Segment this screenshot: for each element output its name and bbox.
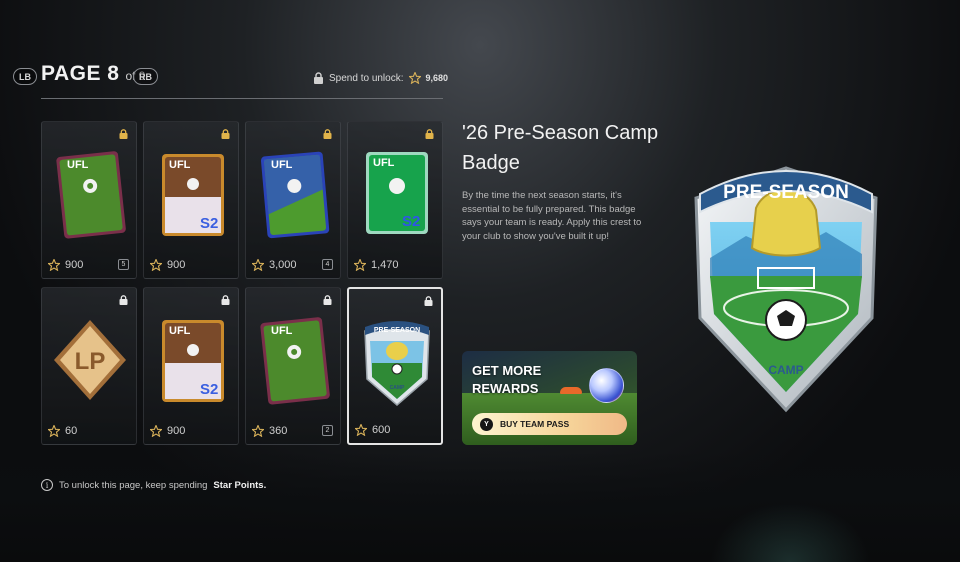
badge-preview: PRE-SEASON CAMP — [694, 166, 878, 413]
lock-icon — [424, 296, 433, 306]
lock-icon — [323, 129, 332, 139]
unlock-hint-emphasis: Star Points. — [213, 479, 267, 491]
star-points-icon — [252, 425, 264, 437]
season-2-label: S2 — [200, 215, 218, 232]
lock-icon — [221, 129, 230, 139]
promo-ball — [589, 368, 624, 403]
unlock-cost: 9,680 — [425, 73, 449, 83]
pre-season-badge-art: PRE-SEASON CAMP — [364, 321, 430, 406]
pack-bronze-art: UFL S2 — [162, 154, 224, 236]
unlock-requirement: Spend to unlock: 9,680 — [313, 72, 448, 84]
pack-green-art: UFL — [260, 317, 330, 405]
reward-card[interactable]: LP 60 — [41, 287, 137, 445]
promo-headline-line2: REWARDS — [472, 381, 539, 396]
badge-top-text: PRE-SEASON — [374, 327, 420, 334]
unlock-hint: i To unlock this page, keep spending Sta… — [41, 479, 266, 491]
lock-icon — [323, 295, 332, 305]
y-button-icon: Y — [480, 417, 493, 431]
info-icon: i — [41, 479, 53, 491]
ufl-logo: UFL — [373, 157, 395, 169]
reward-card[interactable]: UFL 360 2 — [245, 287, 341, 445]
lock-icon — [314, 72, 323, 84]
ufl-logo: UFL — [271, 159, 293, 171]
pack-bronze-art: UFL S2 — [162, 320, 224, 402]
price-value: 900 — [167, 425, 186, 437]
pack-blue-art: UFL — [260, 151, 330, 239]
price: 900 — [48, 259, 83, 271]
season-2-label: S2 — [402, 213, 420, 230]
price: 1,470 — [354, 259, 399, 271]
star-points-icon — [408, 72, 421, 84]
quantity-badge: 4 — [322, 259, 333, 270]
price: 360 — [252, 425, 287, 437]
price: 60 — [48, 425, 77, 437]
price: 3,000 — [252, 259, 297, 271]
buy-team-pass-label: BUY TEAM PASS — [500, 419, 570, 429]
buy-team-pass-button[interactable]: Y BUY TEAM PASS — [472, 413, 627, 435]
rb-button[interactable]: RB — [133, 68, 158, 85]
price-value: 60 — [65, 425, 78, 437]
unlock-hint-text: To unlock this page, keep spending — [59, 479, 208, 491]
price-value: 3,000 — [269, 259, 297, 271]
reward-card[interactable]: UFL 3,000 4 — [245, 121, 341, 279]
star-points-icon — [48, 425, 60, 437]
price: 900 — [150, 259, 185, 271]
ufl-logo: UFL — [271, 325, 293, 337]
lock-icon — [119, 129, 128, 139]
badge-bottom-text: CAMP — [390, 385, 405, 391]
team-pass-promo[interactable]: GET MORE REWARDS Y BUY TEAM PASS — [462, 351, 637, 445]
price-value: 600 — [372, 424, 391, 436]
pack-green-art: UFL — [56, 151, 126, 239]
ufl-logo: UFL — [67, 159, 89, 171]
ufl-logo: UFL — [169, 325, 191, 337]
price-value: 360 — [269, 425, 288, 437]
lock-icon — [425, 129, 434, 139]
price: 900 — [150, 425, 185, 437]
star-points-icon — [150, 259, 162, 271]
lp-token-art: LP — [54, 320, 126, 400]
star-points-icon — [48, 259, 60, 271]
lp-logo: LP — [75, 348, 106, 375]
pack-emerald-art: UFL S2 — [366, 152, 428, 234]
item-title: '26 Pre-Season Camp Badge — [462, 122, 659, 174]
page-title: PAGE 8 of 9 — [41, 62, 145, 86]
reward-grid: UFL 900 5 UFL S2 900 UFL 3,000 4 UFL S2 … — [41, 121, 444, 445]
badge-preview-top-text: PRE-SEASON — [723, 182, 849, 203]
badge-preview-bottom-text: CAMP — [768, 363, 803, 377]
star-points-icon — [355, 424, 367, 436]
promo-headline-line1: GET MORE — [472, 363, 542, 378]
lb-button[interactable]: LB — [13, 68, 37, 85]
item-description: By the time the next season starts, it's… — [462, 190, 642, 242]
lock-icon — [119, 295, 128, 305]
reward-card[interactable]: UFL S2 900 — [143, 121, 239, 279]
star-points-icon — [354, 259, 366, 271]
reward-card[interactable]: UFL S2 900 — [143, 287, 239, 445]
unlock-label: Spend to unlock: — [329, 72, 404, 84]
background-glow — [710, 502, 870, 562]
quantity-badge: 5 — [118, 259, 129, 270]
quantity-badge: 2 — [322, 425, 333, 436]
lock-icon — [221, 295, 230, 305]
ufl-logo: UFL — [169, 159, 191, 171]
price-value: 900 — [167, 259, 186, 271]
promo-cone — [560, 387, 582, 394]
season-2-label: S2 — [200, 381, 218, 398]
page-number: PAGE 8 — [41, 62, 120, 85]
star-points-icon — [150, 425, 162, 437]
reward-card[interactable]: UFL S2 1,470 — [347, 121, 443, 279]
promo-headline: GET MORE REWARDS — [472, 362, 541, 398]
reward-card-selected[interactable]: PRE-SEASON CAMP 600 — [347, 287, 443, 445]
price-value: 1,470 — [371, 259, 399, 271]
header-divider — [41, 98, 443, 99]
price-value: 900 — [65, 259, 84, 271]
reward-card[interactable]: UFL 900 5 — [41, 121, 137, 279]
star-points-icon — [252, 259, 264, 271]
price: 600 — [355, 424, 390, 436]
